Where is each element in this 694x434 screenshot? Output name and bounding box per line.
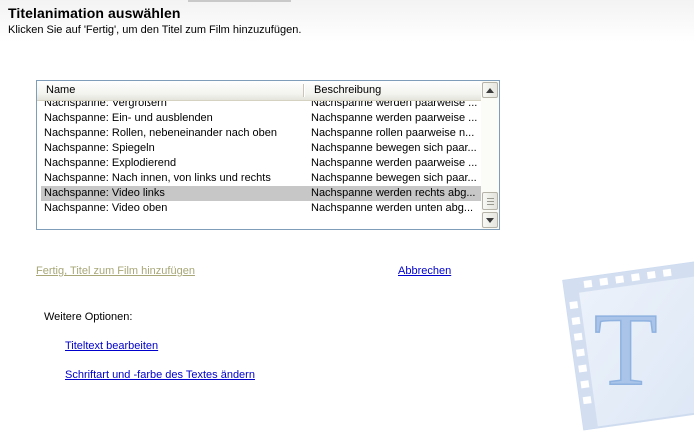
column-header-description[interactable]: Beschreibung [305,81,481,100]
list-item[interactable]: Nachspanne: Nach innen, von links und re… [41,171,481,186]
page-subtitle: Klicken Sie auf 'Fertig', um den Titel z… [8,24,302,36]
list-item[interactable]: Nachspanne: Ein- und ausblenden Nachspan… [41,111,481,126]
arrow-up-icon [486,87,494,93]
scroll-thumb[interactable] [482,192,498,210]
list-item-description: Nachspanne bewegen sich paar... [311,172,477,184]
list-item-description: Nachspanne werden paarweise ... [311,112,478,124]
cancel-link[interactable]: Abbrechen [398,265,451,277]
more-options-heading: Weitere Optionen: [44,311,133,323]
list-item-selected[interactable]: Nachspanne: Video links Nachspanne werde… [41,186,481,201]
list-item-description: Nachspanne rollen paarweise n... [311,127,475,139]
list-item-name: Nachspanne: Spiegeln [44,142,155,154]
list-item-name: Nachspanne: Nach innen, von links und re… [44,172,271,184]
list-item-name: Nachspanne: Explodierend [44,157,177,169]
list-item[interactable]: Nachspanne: Rollen, nebeneinander nach o… [41,126,481,141]
list-item-name: Nachspanne: Rollen, nebeneinander nach o… [44,127,278,139]
header-accent [188,0,291,2]
list-item-name: Nachspanne: Vergrößern [44,101,167,109]
list-header: Name Beschreibung [37,81,481,101]
list-item-description: Nachspanne werden paarweise ... [311,101,478,109]
done-link[interactable]: Fertig, Titel zum Film hinzufügen [36,265,195,277]
change-font-color-link[interactable]: Schriftart und -farbe des Textes ändern [65,369,255,381]
grip-line [487,198,494,199]
list-item-name: Nachspanne: Video links [44,187,165,199]
list-item-description: Nachspanne werden rechts abg... [311,187,476,199]
list-item-description: Nachspanne bewegen sich paar... [311,142,477,154]
title-film-icon: T [556,252,694,434]
list-item-description: Nachspanne werden unten abg... [311,202,474,214]
page-title: Titelanimation auswählen [8,5,181,21]
grip-line [487,201,494,202]
edit-title-text-link[interactable]: Titeltext bearbeiten [65,340,158,352]
list-rows: Nachspanne: Vergrößern Nachspanne werden… [37,101,481,229]
list-item-name: Nachspanne: Ein- und ausblenden [44,112,213,124]
list-item-name: Nachspanne: Video oben [44,202,168,214]
list-scrollbar[interactable] [481,81,499,229]
column-header-name[interactable]: Name [37,81,305,100]
list-item[interactable]: Nachspanne: Vergrößern Nachspanne werden… [41,101,481,111]
arrow-down-icon [486,217,494,223]
list-item[interactable]: Nachspanne: Explodierend Nachspanne werd… [41,156,481,171]
list-item[interactable]: Nachspanne: Video oben Nachspanne werden… [41,201,481,216]
animation-list[interactable]: Name Beschreibung Nachspanne: Vergrößern… [36,80,500,230]
grip-line [487,204,494,205]
scroll-down-button[interactable] [482,212,498,228]
scroll-up-button[interactable] [482,82,498,98]
watermark-letter: T [594,292,658,407]
list-item-description: Nachspanne werden paarweise ... [311,157,478,169]
list-item[interactable]: Nachspanne: Spiegeln Nachspanne bewegen … [41,141,481,156]
